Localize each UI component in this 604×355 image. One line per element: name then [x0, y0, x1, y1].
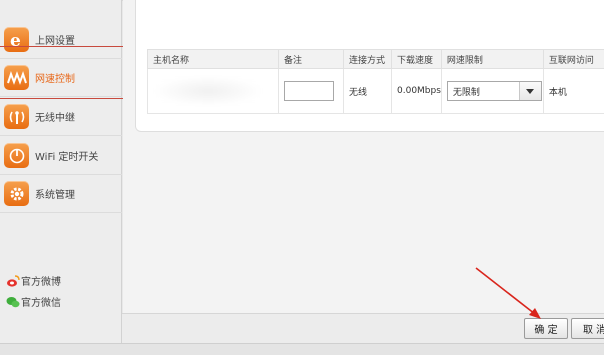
footer-strip	[0, 343, 604, 355]
cell-access: 本机	[542, 68, 604, 114]
bottom-action-bar: 确 定 取 消	[122, 313, 604, 343]
weibo-icon	[7, 274, 20, 287]
sidebar-item-system-management[interactable]: 系统管理	[0, 175, 122, 213]
device-list-card: 主机名称 备注 连接方式 下载速度 网速限制 互联网访问 无线 0.00Mbps	[135, 0, 604, 132]
wechat-icon	[6, 296, 20, 307]
sidebar-item-wifi-timer[interactable]: WiFi 定时开关	[0, 137, 122, 175]
sidebar-item-label: 系统管理	[35, 190, 75, 201]
chevron-down-icon[interactable]	[518, 82, 541, 100]
sidebar-item-label: 无线中继	[35, 113, 75, 124]
confirm-button[interactable]: 确 定	[524, 318, 568, 339]
speed-control-highlight-box	[0, 46, 131, 99]
column-header-note: 备注	[278, 49, 344, 69]
cell-download: 0.00Mbps	[391, 68, 442, 114]
main-content: 主机名称 备注 连接方式 下载速度 网速限制 互联网访问 无线 0.00Mbps	[123, 0, 604, 313]
wireless-relay-icon	[4, 104, 29, 129]
table-row: 无线 0.00Mbps 无限制 本机	[147, 68, 604, 114]
table-header-row: 主机名称 备注 连接方式 下载速度 网速限制 互联网访问	[147, 49, 604, 69]
sidebar-item-wireless-relay[interactable]: 无线中继	[0, 98, 122, 136]
cell-host	[147, 68, 279, 114]
wechat-label: 官方微信	[21, 298, 61, 309]
speed-limit-value: 无限制	[452, 87, 480, 98]
sidebar-item-label: WiFi 定时开关	[35, 152, 99, 163]
device-table: 主机名称 备注 连接方式 下载速度 网速限制 互联网访问 无线 0.00Mbps	[147, 49, 604, 114]
sidebar-item-label: 上网设置	[35, 36, 75, 47]
column-header-connection: 连接方式	[343, 49, 392, 69]
column-header-limit: 网速限制	[440, 49, 544, 69]
gear-icon	[4, 181, 29, 206]
cell-limit: 无限制	[440, 68, 544, 114]
cancel-button[interactable]: 取 消	[571, 318, 604, 339]
weibo-label: 官方微博	[21, 277, 61, 288]
weibo-link[interactable]: 官方微博	[6, 273, 61, 288]
speed-limit-select[interactable]: 无限制	[446, 81, 542, 101]
column-header-download: 下载速度	[391, 49, 442, 69]
host-name-blurred	[153, 76, 263, 106]
column-header-host: 主机名称	[147, 49, 279, 69]
cell-note	[278, 68, 344, 114]
cell-connection: 无线	[343, 68, 392, 114]
wechat-link[interactable]: 官方微信	[6, 294, 61, 309]
timer-power-icon	[4, 143, 29, 168]
column-header-access: 互联网访问	[542, 49, 604, 69]
note-input[interactable]	[284, 81, 334, 101]
